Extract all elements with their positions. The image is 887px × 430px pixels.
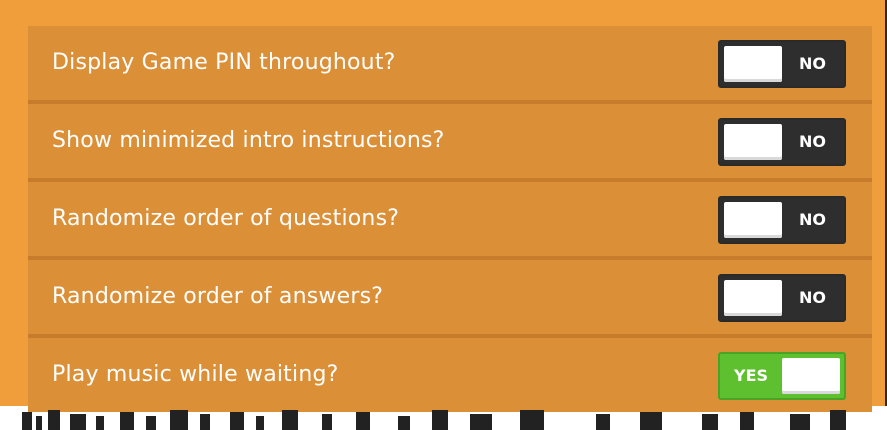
setting-row-play-music: Play music while waiting? YES	[28, 338, 872, 412]
toggle-knob	[724, 202, 782, 238]
toggle-knob	[724, 280, 782, 316]
setting-label: Display Game PIN throughout?	[52, 50, 396, 75]
play-music-toggle[interactable]: YES	[718, 352, 846, 400]
setting-row-display-game-pin: Display Game PIN throughout? NO	[28, 26, 872, 104]
toggle-state-text: NO	[799, 54, 826, 73]
setting-row-randomize-questions: Randomize order of questions? NO	[28, 182, 872, 260]
cropped-glyphs-decoration	[22, 410, 846, 430]
setting-label: Randomize order of questions?	[52, 206, 400, 231]
settings-panel: Display Game PIN throughout? NO Show min…	[28, 26, 872, 412]
toggle-state-text: NO	[799, 210, 826, 229]
randomize-answers-toggle[interactable]: NO	[718, 274, 846, 322]
toggle-knob	[782, 358, 840, 394]
toggle-state-text: NO	[799, 132, 826, 151]
toggle-state-text: YES	[734, 366, 769, 385]
toggle-knob	[724, 124, 782, 160]
display-game-pin-toggle[interactable]: NO	[718, 40, 846, 88]
randomize-questions-toggle[interactable]: NO	[718, 196, 846, 244]
setting-row-minimized-intro: Show minimized intro instructions? NO	[28, 104, 872, 182]
settings-frame: Display Game PIN throughout? NO Show min…	[0, 0, 887, 412]
setting-label: Show minimized intro instructions?	[52, 128, 445, 153]
setting-label: Randomize order of answers?	[52, 284, 384, 309]
setting-row-randomize-answers: Randomize order of answers? NO	[28, 260, 872, 338]
toggle-knob	[724, 46, 782, 82]
cropped-bottom-edge	[0, 406, 887, 430]
minimized-intro-toggle[interactable]: NO	[718, 118, 846, 166]
toggle-state-text: NO	[799, 288, 826, 307]
setting-label: Play music while waiting?	[52, 362, 339, 387]
